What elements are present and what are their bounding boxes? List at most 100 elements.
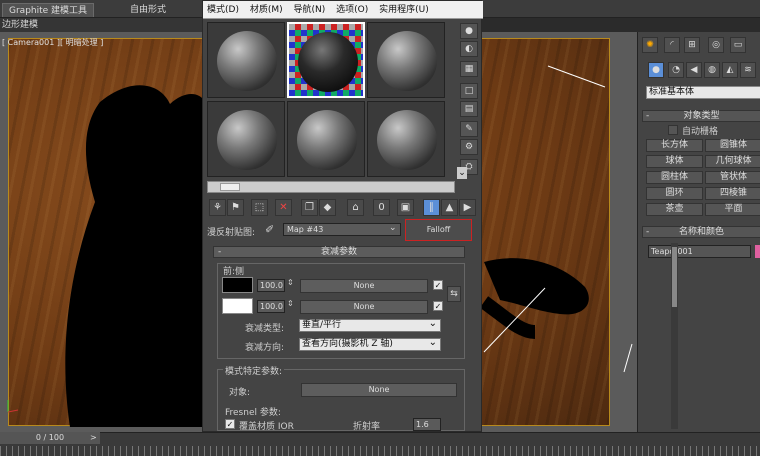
map-label: 漫反射贴图: xyxy=(207,228,256,238)
backlight-icon[interactable]: ◐ xyxy=(460,41,478,57)
map-dropdown-icon[interactable]: ⌄ xyxy=(389,223,397,233)
fresnel-label: Fresnel 参数: xyxy=(225,408,281,418)
material-editor-menubar: 模式(D) 材质(M) 导航(N) 选项(O) 实用程序(U) xyxy=(203,1,483,19)
material-id-icon[interactable]: 0 xyxy=(373,199,390,216)
motion-icon[interactable]: ◎ xyxy=(708,37,724,53)
autogrid-label: 自动栅格 xyxy=(682,127,719,137)
geometry-icon[interactable]: ● xyxy=(648,62,664,78)
rollout-scrollbar[interactable] xyxy=(671,243,678,429)
spinner-arrows-icon[interactable]: ⇕ xyxy=(287,299,294,308)
go-to-parent-icon[interactable]: ▲ xyxy=(441,199,458,216)
timeline-ticks[interactable] xyxy=(0,446,760,456)
polygon-modeling-subbar[interactable]: 边形建模 xyxy=(0,18,205,32)
falloff-direction-label: 衰减方向: xyxy=(245,343,285,353)
menu-utilities[interactable]: 实用程序(U) xyxy=(379,5,429,15)
get-material-icon[interactable]: ⚘ xyxy=(209,199,226,216)
menu-options[interactable]: 选项(O) xyxy=(336,5,368,15)
menu-mode[interactable]: 模式(D) xyxy=(207,5,239,15)
command-panel: ✺ ◜ ⊞ ◎ ▭ ● ◔ ◀ ◍ ◭ ≋ 标准基本体 - 对象类型 自动栅格 长… xyxy=(637,32,760,432)
front-map-button[interactable]: None xyxy=(300,279,428,293)
slot-side-toolbar: ● ◐ ▦ □ ▤ ✎ ⚙ ⛭ xyxy=(460,21,480,181)
name-color-rollout[interactable]: - 名称和颜色 xyxy=(642,226,760,238)
side-color-swatch[interactable] xyxy=(222,298,253,314)
autogrid-checkbox[interactable] xyxy=(668,125,678,135)
make-preview-icon[interactable]: ✎ xyxy=(460,121,478,137)
hierarchy-icon[interactable]: ⊞ xyxy=(684,37,700,53)
pyramid-button[interactable]: 四棱锥 xyxy=(705,187,760,200)
time-slider[interactable]: 0 / 100 xyxy=(0,432,100,444)
sample-type-icon[interactable]: ● xyxy=(460,23,478,39)
front-amount-spinner[interactable]: 100.0 xyxy=(257,279,285,292)
viewport-label[interactable]: [ Camera001 ][ 明暗处理 ] xyxy=(2,37,103,48)
menu-navigation[interactable]: 导航(N) xyxy=(294,5,326,15)
material-slot-1[interactable] xyxy=(207,22,285,98)
background-icon[interactable]: ▦ xyxy=(460,61,478,77)
video-color-check-icon[interactable]: ▤ xyxy=(460,101,478,117)
uv-tiling-icon[interactable]: □ xyxy=(460,83,478,99)
material-slot-5[interactable] xyxy=(287,101,365,177)
shapes-icon[interactable]: ◔ xyxy=(668,62,684,78)
eyedropper-icon[interactable]: ✐ xyxy=(265,223,274,236)
sphere-button[interactable]: 球体 xyxy=(646,155,703,168)
object-pick-button[interactable]: None xyxy=(301,383,457,397)
falloff-direction-select[interactable]: 查看方向(摄影机 Z 轴) xyxy=(299,337,441,351)
slot-scrollbar[interactable] xyxy=(207,181,455,193)
object-name-field[interactable]: Teapot001 xyxy=(648,245,751,258)
tab-graphite-modeling[interactable]: Graphite 建模工具 xyxy=(2,3,95,17)
display-icon[interactable]: ▭ xyxy=(730,37,746,53)
object-type-rollout[interactable]: - 对象类型 xyxy=(642,110,760,122)
ior-spinner[interactable]: 1.6 xyxy=(413,418,441,431)
helpers-icon[interactable]: ◭ xyxy=(722,62,738,78)
copy-material-icon[interactable]: ❐ xyxy=(301,199,318,216)
box-button[interactable]: 长方体 xyxy=(646,139,703,152)
cameras-icon[interactable]: ◍ xyxy=(704,62,720,78)
side-map-button[interactable]: None xyxy=(300,300,428,314)
show-end-result-icon[interactable]: ∥ xyxy=(423,199,440,216)
go-forward-icon[interactable]: ▶ xyxy=(459,199,476,216)
map-type-button[interactable]: Falloff xyxy=(405,219,472,241)
material-slot-3[interactable] xyxy=(367,22,445,98)
menu-material[interactable]: 材质(M) xyxy=(250,5,283,15)
material-toolbar: ⚘ ⚑ ⬚ ✕ ❐ ◆ ⌂ 0 ▣ ∥ ▲ ▶ xyxy=(207,199,479,219)
teapot-button[interactable]: 茶壶 xyxy=(646,203,703,216)
ior-label: 折射率 xyxy=(353,422,381,432)
falloff-params-rollout[interactable]: - 衰减参数 xyxy=(213,246,465,258)
spacewarps-icon[interactable]: ≋ xyxy=(740,62,756,78)
map-name-field[interactable]: Map #43 xyxy=(283,223,401,236)
put-to-library-icon[interactable]: ⌂ xyxy=(347,199,364,216)
scroll-down-icon[interactable]: ⌄ xyxy=(457,167,467,179)
put-to-scene-icon[interactable]: ⚑ xyxy=(227,199,244,216)
lights-icon[interactable]: ◀ xyxy=(686,62,702,78)
tab-freeform[interactable]: 自由形式 xyxy=(124,3,172,17)
cylinder-button[interactable]: 圆柱体 xyxy=(646,171,703,184)
tube-button[interactable]: 管状体 xyxy=(705,171,760,184)
options-icon[interactable]: ⚙ xyxy=(460,139,478,155)
material-slot-4[interactable] xyxy=(207,101,285,177)
cone-button[interactable]: 圆锥体 xyxy=(705,139,760,152)
object-color-swatch[interactable] xyxy=(755,245,760,258)
material-slot-6[interactable] xyxy=(367,101,445,177)
material-editor: 模式(D) 材质(M) 导航(N) 选项(O) 实用程序(U) ● ◐ ▦ □ … xyxy=(202,0,678,432)
material-slot-2[interactable] xyxy=(287,22,365,98)
side-map-checkbox[interactable]: ✓ xyxy=(433,301,443,311)
geosphere-button[interactable]: 几何球体 xyxy=(705,155,760,168)
show-map-icon[interactable]: ▣ xyxy=(397,199,414,216)
next-frame-icon[interactable]: > xyxy=(90,433,97,442)
modify-icon[interactable]: ◜ xyxy=(664,37,680,53)
unique-icon[interactable]: ◆ xyxy=(319,199,336,216)
object-label: 对象: xyxy=(229,388,251,398)
reset-map-icon[interactable]: ✕ xyxy=(275,199,292,216)
falloff-type-label: 衰减类型: xyxy=(245,324,285,334)
falloff-type-select[interactable]: 垂直/平行 xyxy=(299,318,441,332)
front-color-swatch[interactable] xyxy=(222,277,253,293)
swap-colors-icon[interactable]: ⇆ xyxy=(447,286,461,302)
side-amount-spinner[interactable]: 100.0 xyxy=(257,300,285,313)
torus-button[interactable]: 圆环 xyxy=(646,187,703,200)
override-ior-checkbox[interactable]: ✓ xyxy=(225,419,235,429)
plane-button[interactable]: 平面 xyxy=(705,203,760,216)
sun-icon[interactable]: ✺ xyxy=(642,37,658,53)
assign-to-selection-icon[interactable]: ⬚ xyxy=(251,199,268,216)
spinner-arrows-icon[interactable]: ⇕ xyxy=(287,278,294,287)
front-map-checkbox[interactable]: ✓ xyxy=(433,280,443,290)
primitive-category-select[interactable]: 标准基本体 xyxy=(646,86,760,99)
